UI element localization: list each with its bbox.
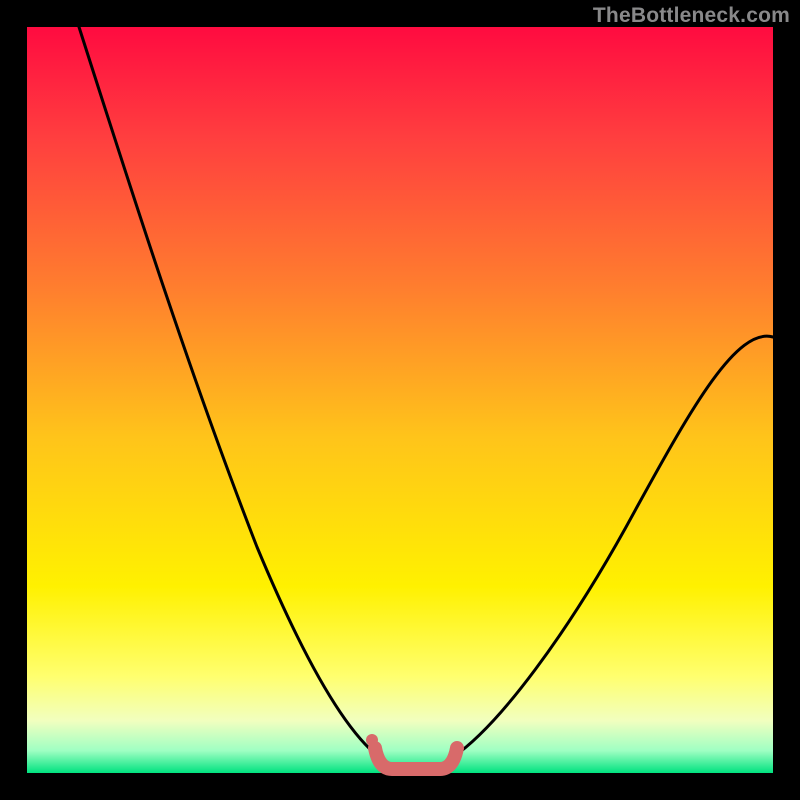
left-dot-icon (366, 734, 378, 746)
chart-svg (27, 27, 773, 773)
left-curve (79, 27, 379, 757)
watermark-label: TheBottleneck.com (593, 4, 790, 28)
chart-frame: TheBottleneck.com (0, 0, 800, 800)
right-curve (453, 336, 773, 757)
flat-minimum-marker (375, 748, 457, 769)
